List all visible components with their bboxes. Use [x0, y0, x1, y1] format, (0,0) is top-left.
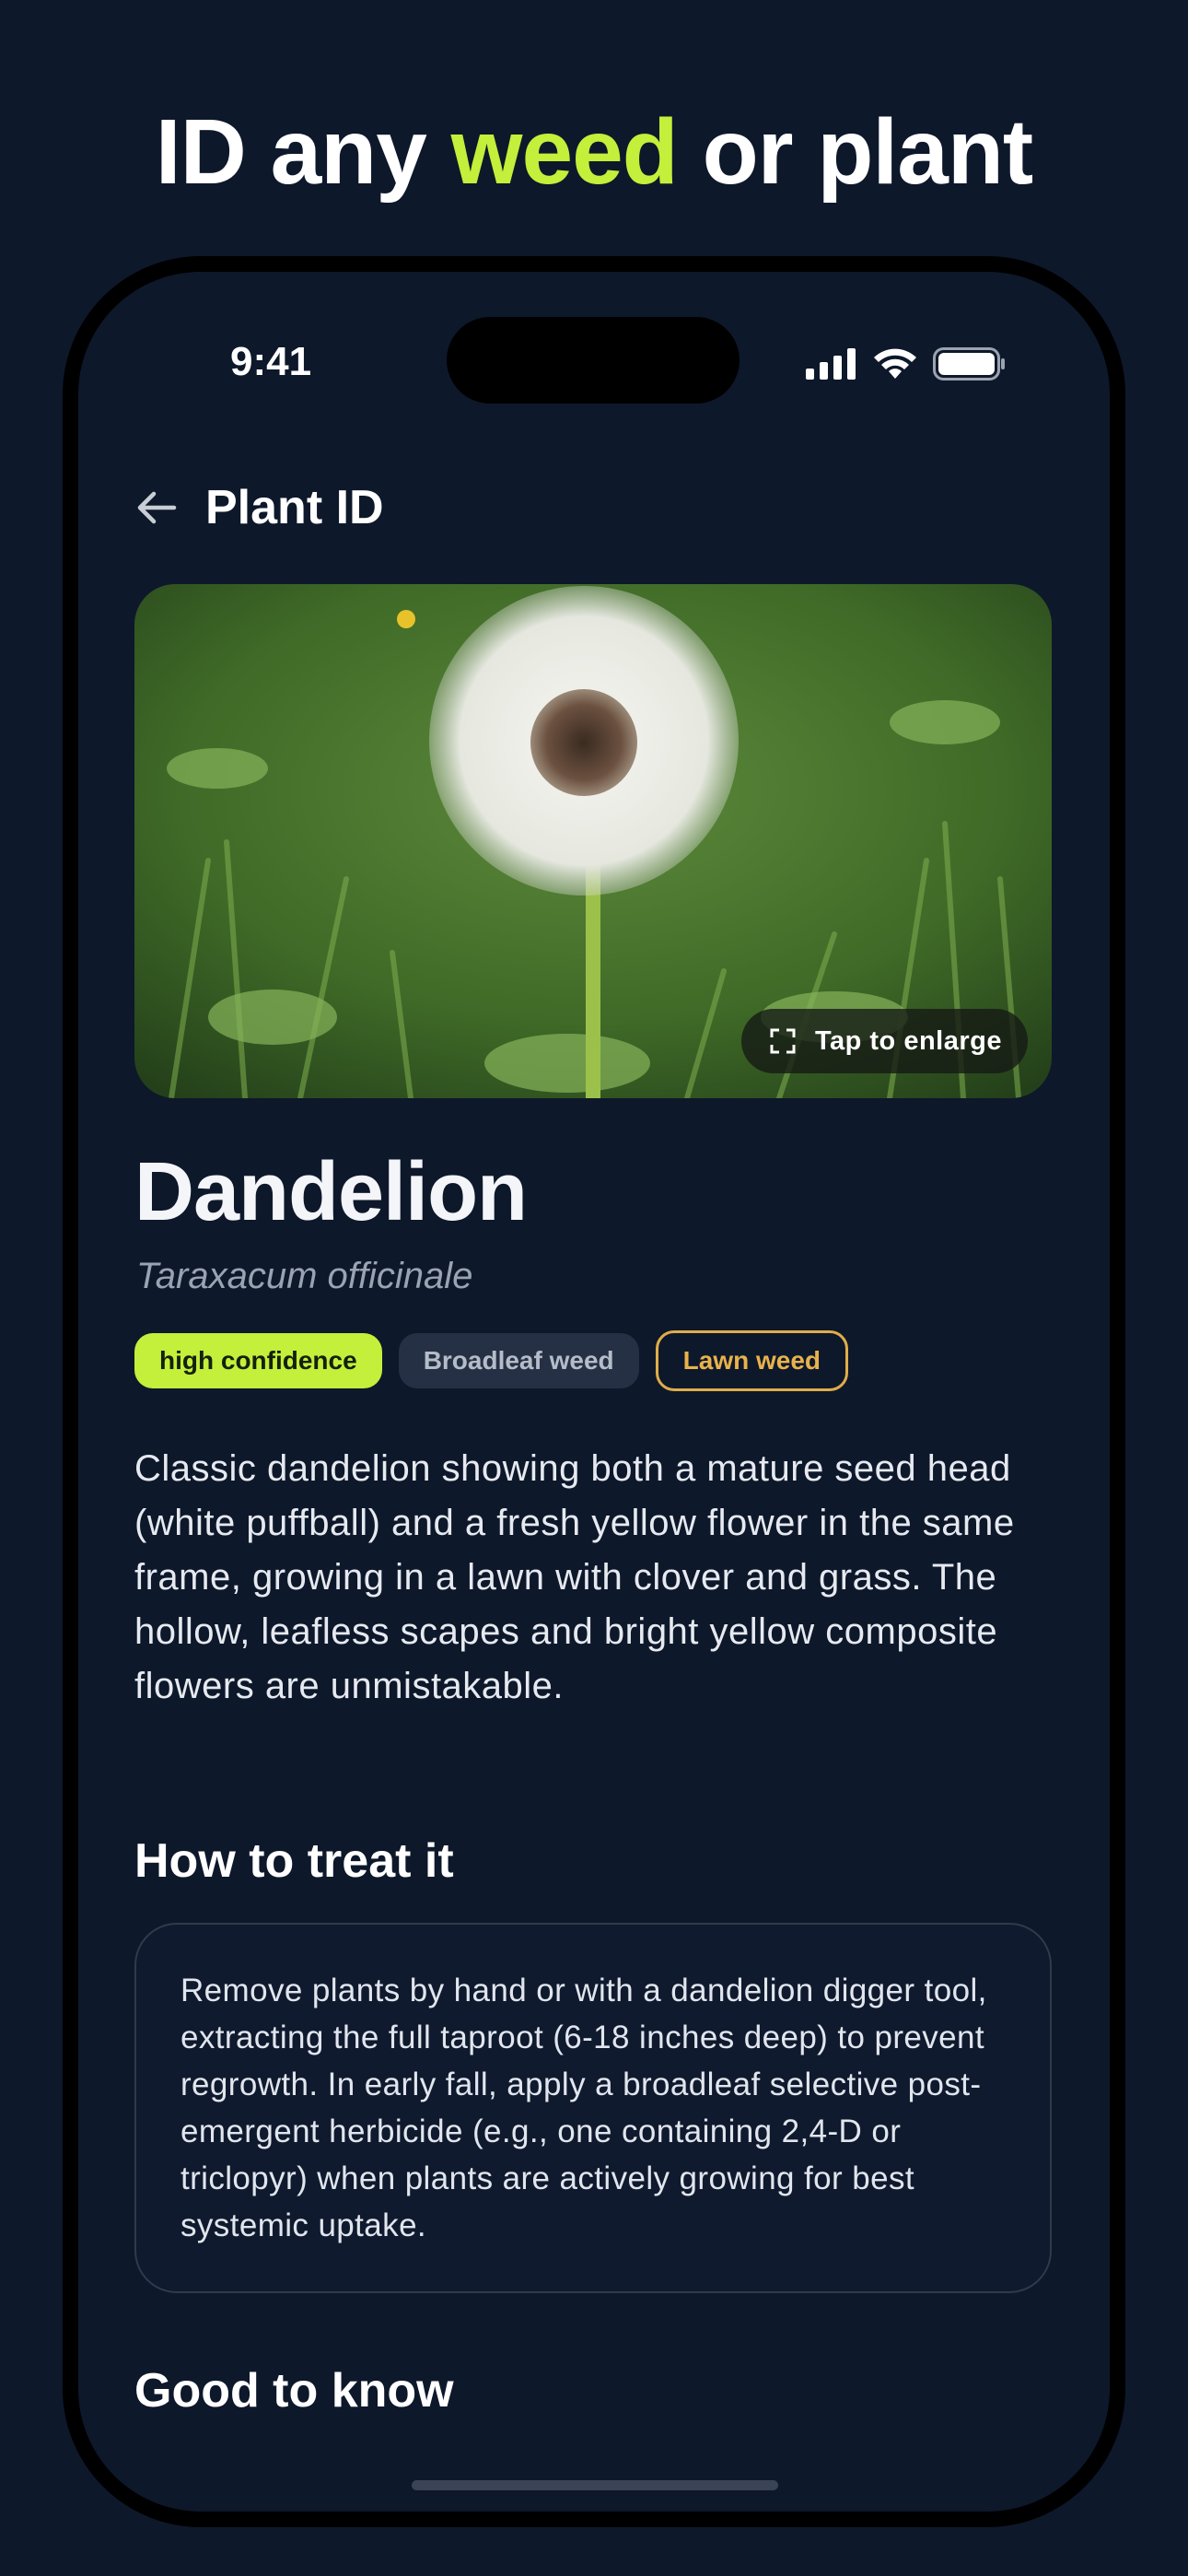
treatment-heading: How to treat it — [134, 1834, 454, 1888]
arrow-left-icon — [137, 491, 177, 524]
treatment-card: Remove plants by hand or with a dandelio… — [134, 1923, 1052, 2293]
headline-accent-word: weed — [450, 100, 679, 204]
plant-photo[interactable]: Tap to enlarge — [134, 584, 1052, 1098]
weed-type-badge: Broadleaf weed — [398, 1333, 639, 1388]
tap-to-enlarge-button[interactable]: Tap to enlarge — [740, 1009, 1028, 1073]
dynamic-island — [447, 317, 740, 404]
badge-row: high confidence Broadleaf weed Lawn weed — [134, 1330, 849, 1391]
headline-text-end: or plant — [677, 100, 1034, 204]
category-badge: Lawn weed — [655, 1330, 849, 1391]
nav-bar: Plant ID — [134, 480, 384, 535]
treatment-text: Remove plants by hand or with a dandelio… — [181, 1973, 987, 2243]
confidence-badge: high confidence — [134, 1333, 382, 1388]
headline-text-start: ID any — [155, 100, 451, 204]
enlarge-label: Tap to enlarge — [814, 1025, 1002, 1056]
back-button[interactable] — [134, 485, 180, 531]
status-icons — [806, 347, 1007, 381]
expand-icon — [770, 1028, 796, 1054]
status-time: 9:41 — [230, 339, 312, 384]
good-to-know-heading: Good to know — [134, 2364, 454, 2418]
phone-frame: 9:41 Plant ID Tap to enlarge Dandelion T… — [63, 256, 1125, 2527]
wifi-icon — [874, 348, 916, 379]
cellular-signal-icon — [806, 348, 856, 380]
app-screen: 9:41 Plant ID Tap to enlarge Dandelion T… — [78, 272, 1110, 2512]
plant-common-name: Dandelion — [134, 1146, 528, 1238]
home-indicator[interactable] — [412, 2480, 778, 2490]
marketing-headline: ID any weed or plant — [0, 97, 1188, 207]
plant-description: Classic dandelion showing both a mature … — [134, 1448, 1015, 1706]
plant-scientific-name: Taraxacum officinale — [136, 1256, 473, 1296]
battery-icon — [933, 347, 1005, 381]
page-title: Plant ID — [205, 481, 384, 534]
